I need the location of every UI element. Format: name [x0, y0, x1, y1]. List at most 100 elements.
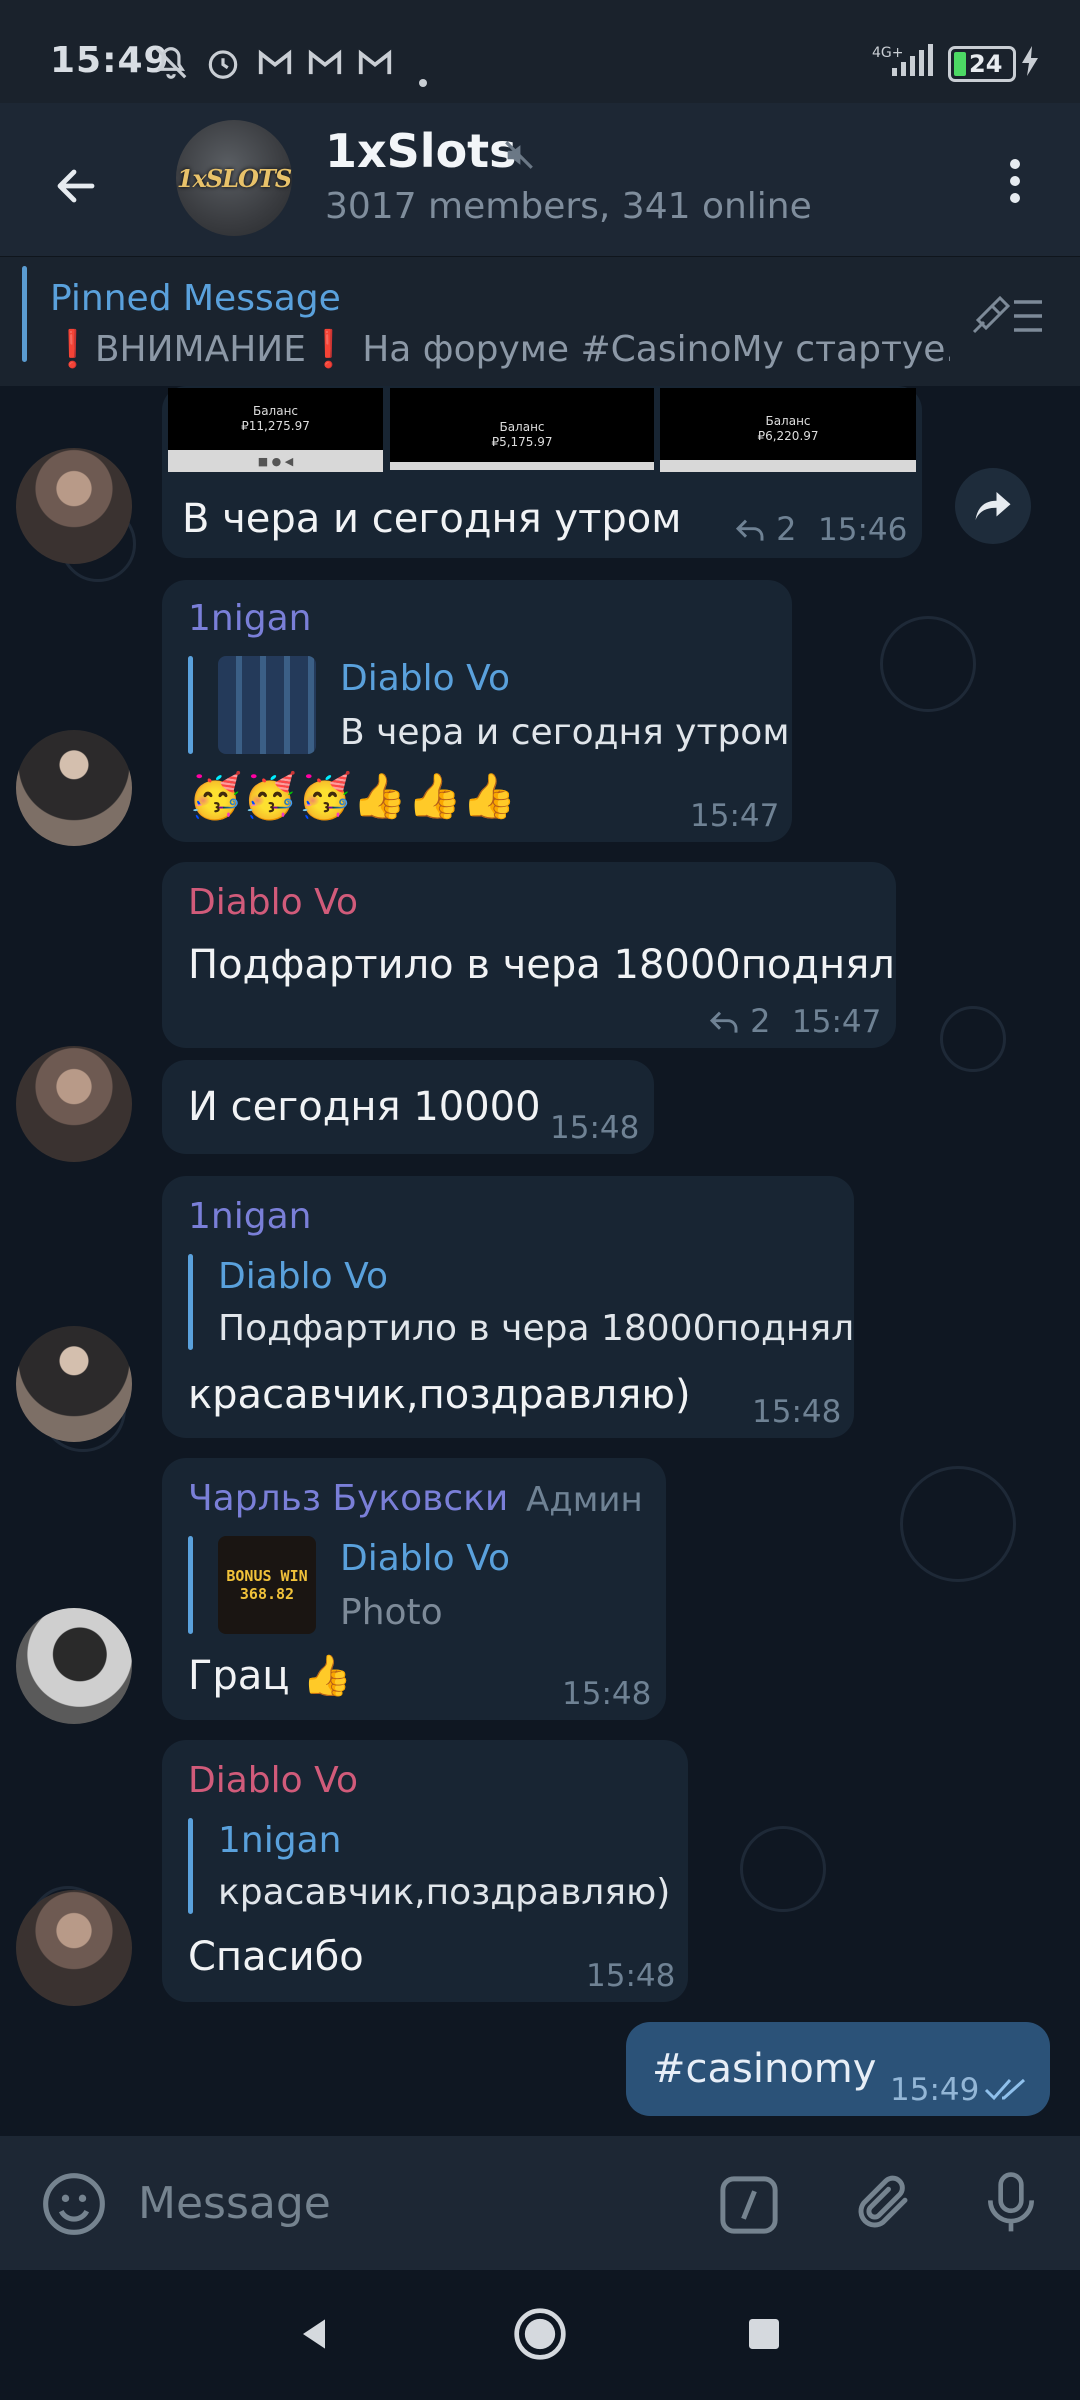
gmail-icon — [256, 44, 294, 90]
reply-thumbnail — [218, 656, 316, 754]
avatar-1nigan[interactable] — [16, 1326, 132, 1442]
reply-sender[interactable]: Diablo Vo — [218, 1256, 388, 1297]
message-text: #casinomy — [652, 2046, 877, 2092]
balance-value: ₽5,175.97 — [491, 435, 553, 449]
sender-name[interactable]: 1nigan — [188, 598, 311, 639]
avatar-diablo-vo[interactable] — [16, 1046, 132, 1162]
attach-button[interactable] — [850, 2170, 916, 2240]
nav-back-button[interactable] — [292, 2312, 336, 2360]
signal-icon — [890, 44, 934, 82]
message-time: 15:46 — [818, 512, 908, 548]
reply-quote-bar — [188, 1254, 193, 1350]
doodle — [740, 1826, 826, 1912]
nav-home-button[interactable] — [512, 2306, 568, 2366]
message-text: Грац 👍 — [188, 1653, 353, 1699]
replies-count[interactable]: 2 — [734, 510, 797, 548]
reply-sender[interactable]: 1nigan — [218, 1820, 341, 1861]
slash-command-icon — [720, 2176, 778, 2234]
voice-message-button[interactable] — [980, 2168, 1042, 2242]
alarm-icon — [204, 44, 242, 90]
microphone-icon — [988, 2172, 1034, 2232]
reply-sender[interactable]: Diablo Vo — [340, 658, 510, 699]
read-checkmarks-icon — [984, 2076, 1030, 2106]
balance-label: Баланс — [765, 414, 811, 428]
replies-number: 2 — [776, 510, 797, 548]
circle-home-icon — [514, 2308, 566, 2360]
nav-recents-button[interactable] — [744, 2314, 784, 2358]
paperclip-icon — [858, 2175, 908, 2228]
sender-name[interactable]: Diablo Vo — [188, 1760, 358, 1801]
smiley-icon — [43, 2173, 105, 2235]
message-time: 15:48 — [562, 1676, 652, 1712]
reply-arrow-icon — [709, 1011, 738, 1033]
chat-member-count: 3017 members, 341 online — [325, 186, 812, 227]
sender-name[interactable]: 1nigan — [188, 1196, 311, 1237]
charging-icon — [1018, 44, 1042, 82]
message-text: В чера и сегодня утром — [182, 496, 682, 542]
reply-arrow-icon — [735, 519, 764, 541]
message-text: красавчик,поздравляю) — [188, 1372, 691, 1418]
reply-text: Подфартило в чера 18000поднял — [218, 1308, 855, 1349]
back-button[interactable] — [36, 146, 116, 226]
chat-title[interactable]: 1xSlots — [325, 124, 517, 178]
bot-commands-button[interactable] — [716, 2172, 782, 2242]
notifications-off-icon — [152, 44, 190, 90]
message-time: 15:48 — [550, 1110, 640, 1146]
pinned-title: Pinned Message — [50, 278, 341, 319]
sender-name[interactable]: Чарльз Буковски — [188, 1478, 508, 1519]
sender-name[interactable]: Diablo Vo — [188, 882, 358, 923]
battery-level: 24 — [969, 50, 1003, 78]
reply-quote-bar — [188, 1818, 193, 1914]
kebab-menu-icon — [1010, 159, 1020, 203]
balance-screenshot-2[interactable]: Баланс ₽5,175.97 — [390, 388, 654, 470]
avatar-diablo-vo[interactable] — [16, 1890, 132, 2006]
balance-label: Баланс — [499, 420, 545, 434]
message-time: 15:47 — [792, 1004, 882, 1040]
chat-header — [0, 103, 1080, 256]
reply-sender[interactable]: Diablo Vo — [340, 1538, 510, 1579]
reply-quote-bar — [188, 1536, 193, 1634]
replies-count[interactable]: 2 — [708, 1002, 771, 1040]
forward-button[interactable] — [955, 468, 1031, 544]
message-text: И сегодня 10000 — [188, 1084, 541, 1130]
message-time: 15:48 — [586, 1958, 676, 1994]
doodle — [900, 1466, 1016, 1582]
doodle — [880, 616, 976, 712]
message-time: 15:48 — [752, 1394, 842, 1430]
emoji-button[interactable] — [40, 2170, 108, 2242]
screenshot-navbar: ■ ● ◀ — [168, 450, 383, 472]
thumbnail-value: 368.82 — [239, 1585, 295, 1603]
thumbnail-text: BONUS WIN — [226, 1567, 308, 1585]
screenshot-navbar — [390, 462, 654, 470]
triangle-back-icon — [303, 2319, 325, 2349]
avatar-1nigan[interactable] — [16, 730, 132, 846]
message-input[interactable] — [138, 2178, 658, 2229]
more-notifications-dot — [418, 58, 428, 96]
message-text: Спасибо — [188, 1934, 364, 1980]
screenshot-navbar — [660, 460, 916, 472]
reply-text: Photo — [340, 1592, 443, 1633]
avatar-charles-bukowski[interactable] — [16, 1608, 132, 1724]
message-text: Подфартило в чера 18000поднял — [188, 942, 895, 988]
pin-list-icon — [972, 295, 1042, 334]
square-recents-icon — [749, 2319, 779, 2349]
arrow-left-icon — [57, 169, 95, 203]
message-text: 🥳🥳🥳👍👍👍 — [188, 771, 517, 822]
avatar-diablo-vo[interactable] — [16, 448, 132, 564]
admin-badge: Админ — [526, 1480, 643, 1520]
pinned-text: ❗ВНИМАНИЕ❗ На форуме #CasinoMy стартуе..… — [50, 329, 950, 370]
replies-number: 2 — [750, 1002, 771, 1040]
battery-icon: 24 — [948, 46, 1016, 82]
chat-avatar[interactable]: 1xSLOTS — [176, 120, 292, 236]
muted-icon — [502, 138, 536, 176]
balance-screenshot-3[interactable]: Баланс ₽6,220.97 — [660, 388, 916, 472]
chat-avatar-logo: 1xSLOTS — [176, 163, 292, 193]
balance-label: Баланс — [252, 404, 299, 418]
doodle — [940, 1006, 1006, 1072]
pinned-indicator — [22, 266, 27, 362]
reply-text: В чера и сегодня утром — [340, 712, 790, 753]
balance-screenshot-1[interactable]: Баланс ₽11,275.97 ■ ● ◀ — [168, 388, 383, 472]
more-options-button[interactable] — [990, 146, 1040, 216]
pinned-list-button[interactable] — [970, 290, 1046, 346]
message-time: 15:49 — [890, 2072, 980, 2108]
